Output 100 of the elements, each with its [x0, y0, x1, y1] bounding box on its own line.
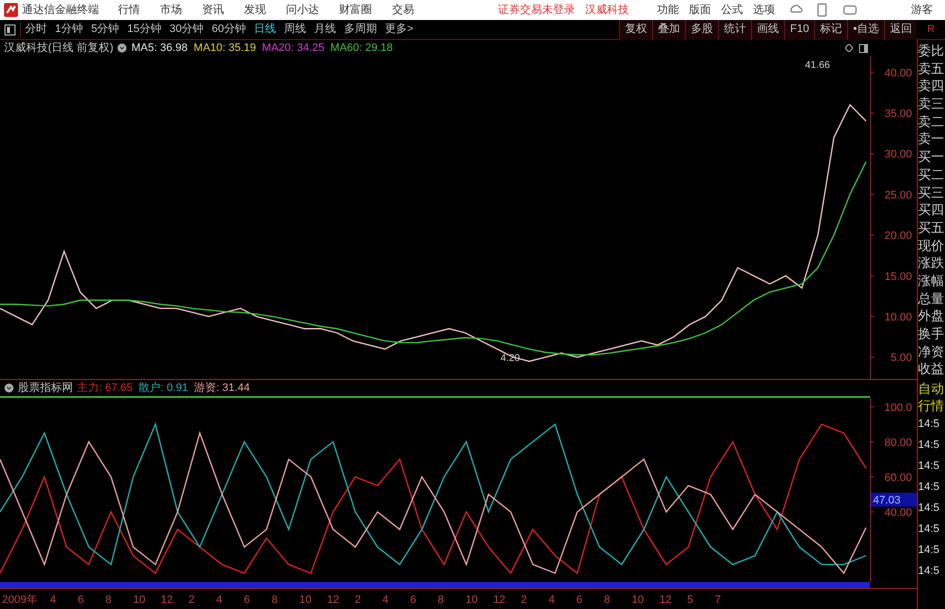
corner-label: R: [926, 23, 936, 37]
y-axis-tick: 80.00: [884, 436, 912, 449]
period-tab[interactable]: 分时: [25, 21, 47, 38]
menu-item[interactable]: 问小达: [286, 2, 319, 18]
period-tab[interactable]: 日线: [254, 21, 276, 38]
y-axis-tick: 5.00: [890, 352, 912, 364]
date-label: 2: [188, 593, 195, 608]
indicator-value: 游资: 31.44: [194, 380, 250, 396]
date-label: 2: [354, 593, 361, 608]
y-axis-tick: 35.00: [884, 108, 912, 120]
phone-icon[interactable]: [817, 3, 827, 17]
toolbar-button[interactable]: 复权: [619, 20, 652, 40]
price-annotation: 4.20: [500, 353, 520, 364]
date-label: 4: [382, 593, 389, 608]
y-axis-tick: 15.00: [884, 270, 912, 283]
period-tab[interactable]: 周线: [284, 21, 306, 38]
date-label: 10: [632, 593, 644, 608]
quote-label: 涨幅: [918, 272, 945, 290]
y-axis-tick: 100.0: [884, 402, 912, 414]
menu-item[interactable]: 财富圈: [339, 2, 372, 18]
toolbar-button[interactable]: 叠加: [652, 20, 686, 40]
y-axis-tick: 40.00: [884, 67, 912, 80]
menu-item[interactable]: 交易: [392, 2, 414, 18]
date-label: 4: [548, 593, 555, 608]
date-label: 4: [50, 593, 56, 608]
toolbar-item[interactable]: 公式: [721, 2, 743, 18]
quote-label: 总量: [918, 290, 945, 308]
indicator-title: 股票指标网: [18, 380, 73, 396]
user-label[interactable]: 游客: [911, 2, 933, 18]
date-label: 6: [410, 593, 416, 608]
date-label: 10: [466, 593, 478, 608]
date-label: 5: [687, 593, 694, 608]
period-tab[interactable]: 更多>: [385, 21, 414, 38]
quote-label: 现价: [918, 236, 945, 254]
tick-time: 14:5: [918, 417, 940, 432]
logo-icon: [4, 3, 18, 17]
tick-time: 14:5: [918, 438, 940, 453]
date-label: 12: [160, 593, 174, 608]
diamond-icon[interactable]: [845, 44, 853, 52]
toolbar-button[interactable]: F10: [784, 20, 814, 40]
date-label: 10: [133, 593, 146, 608]
quote-label: 买五: [918, 218, 945, 237]
indicator-value: 散户: 0.91: [138, 380, 188, 396]
tick-panel-title: 行情: [918, 397, 945, 414]
quote-label: 净资: [918, 342, 945, 360]
tick-time: 14:5: [918, 501, 940, 516]
date-label: 12: [659, 593, 672, 608]
toolbar-button[interactable]: 画线: [751, 20, 784, 40]
date-label: 4: [216, 593, 222, 608]
tick-time: 14:5: [918, 543, 940, 558]
tick-panel-title: 自动: [918, 380, 945, 397]
y-axis-tick: 10.00: [884, 312, 912, 324]
tick-time: 14:5: [918, 459, 940, 474]
period-tab[interactable]: 5分钟: [91, 21, 120, 38]
toolbar-item[interactable]: 选项: [753, 2, 775, 18]
quote-label: 买二: [918, 166, 945, 184]
ma-value: MA20: 34.25: [262, 40, 324, 56]
tick-time: 14:5: [918, 480, 940, 495]
date-label: 7: [714, 593, 721, 608]
quote-label: 收益: [918, 360, 945, 378]
toolbar-item[interactable]: 功能: [657, 2, 679, 18]
price-annotation: 41.66: [804, 60, 830, 71]
message-icon[interactable]: [843, 4, 857, 16]
toolbar-button[interactable]: 标记: [814, 20, 848, 40]
date-label: 6: [576, 593, 582, 608]
tick-time: 14:5: [918, 564, 940, 579]
toolbar-button[interactable]: 统计: [718, 20, 752, 40]
toolbar-button[interactable]: •自选: [847, 20, 884, 40]
quote-label: 买一: [918, 148, 945, 166]
period-tab[interactable]: 月线: [314, 21, 336, 38]
menu-item[interactable]: 市场: [160, 2, 182, 18]
period-tab[interactable]: 60分钟: [212, 21, 246, 38]
toolbar-button[interactable]: 多股: [685, 20, 718, 40]
tick-time: 14:5: [918, 522, 940, 537]
date-label: 8: [272, 593, 278, 608]
date-label: 12: [327, 593, 340, 608]
date-label: 6: [78, 593, 84, 608]
menu-item[interactable]: 资讯: [202, 2, 224, 18]
date-label: 2: [520, 593, 528, 608]
panel-toggle-icon[interactable]: [4, 24, 16, 36]
y-axis-tick: 30.00: [884, 148, 912, 161]
period-tab[interactable]: 1分钟: [55, 21, 84, 38]
quote-label: 外盘: [918, 307, 945, 325]
quote-label: 卖三: [918, 95, 945, 113]
period-tab[interactable]: 30分钟: [170, 21, 204, 38]
date-label: 8: [438, 593, 444, 608]
chart-title: 汉威科技(日线 前复权): [4, 40, 114, 56]
date-label: 6: [244, 593, 250, 608]
y-axis-tick: 25.00: [884, 189, 912, 202]
menu-item[interactable]: 行情: [118, 2, 140, 18]
window-icon[interactable]: [859, 44, 868, 53]
toolbar-button[interactable]: 返回: [884, 20, 917, 40]
period-tab[interactable]: 多周期: [344, 21, 377, 38]
period-tab[interactable]: 15分钟: [127, 21, 162, 38]
current-value-label: 47.03: [871, 492, 917, 507]
y-axis-tick: 40.00: [884, 506, 912, 519]
app-title: 通达信金融终端: [22, 2, 100, 18]
menu-item[interactable]: 发现: [244, 2, 266, 18]
toolbar-item[interactable]: 版面: [689, 2, 711, 18]
quote-label: 买四: [918, 201, 945, 219]
